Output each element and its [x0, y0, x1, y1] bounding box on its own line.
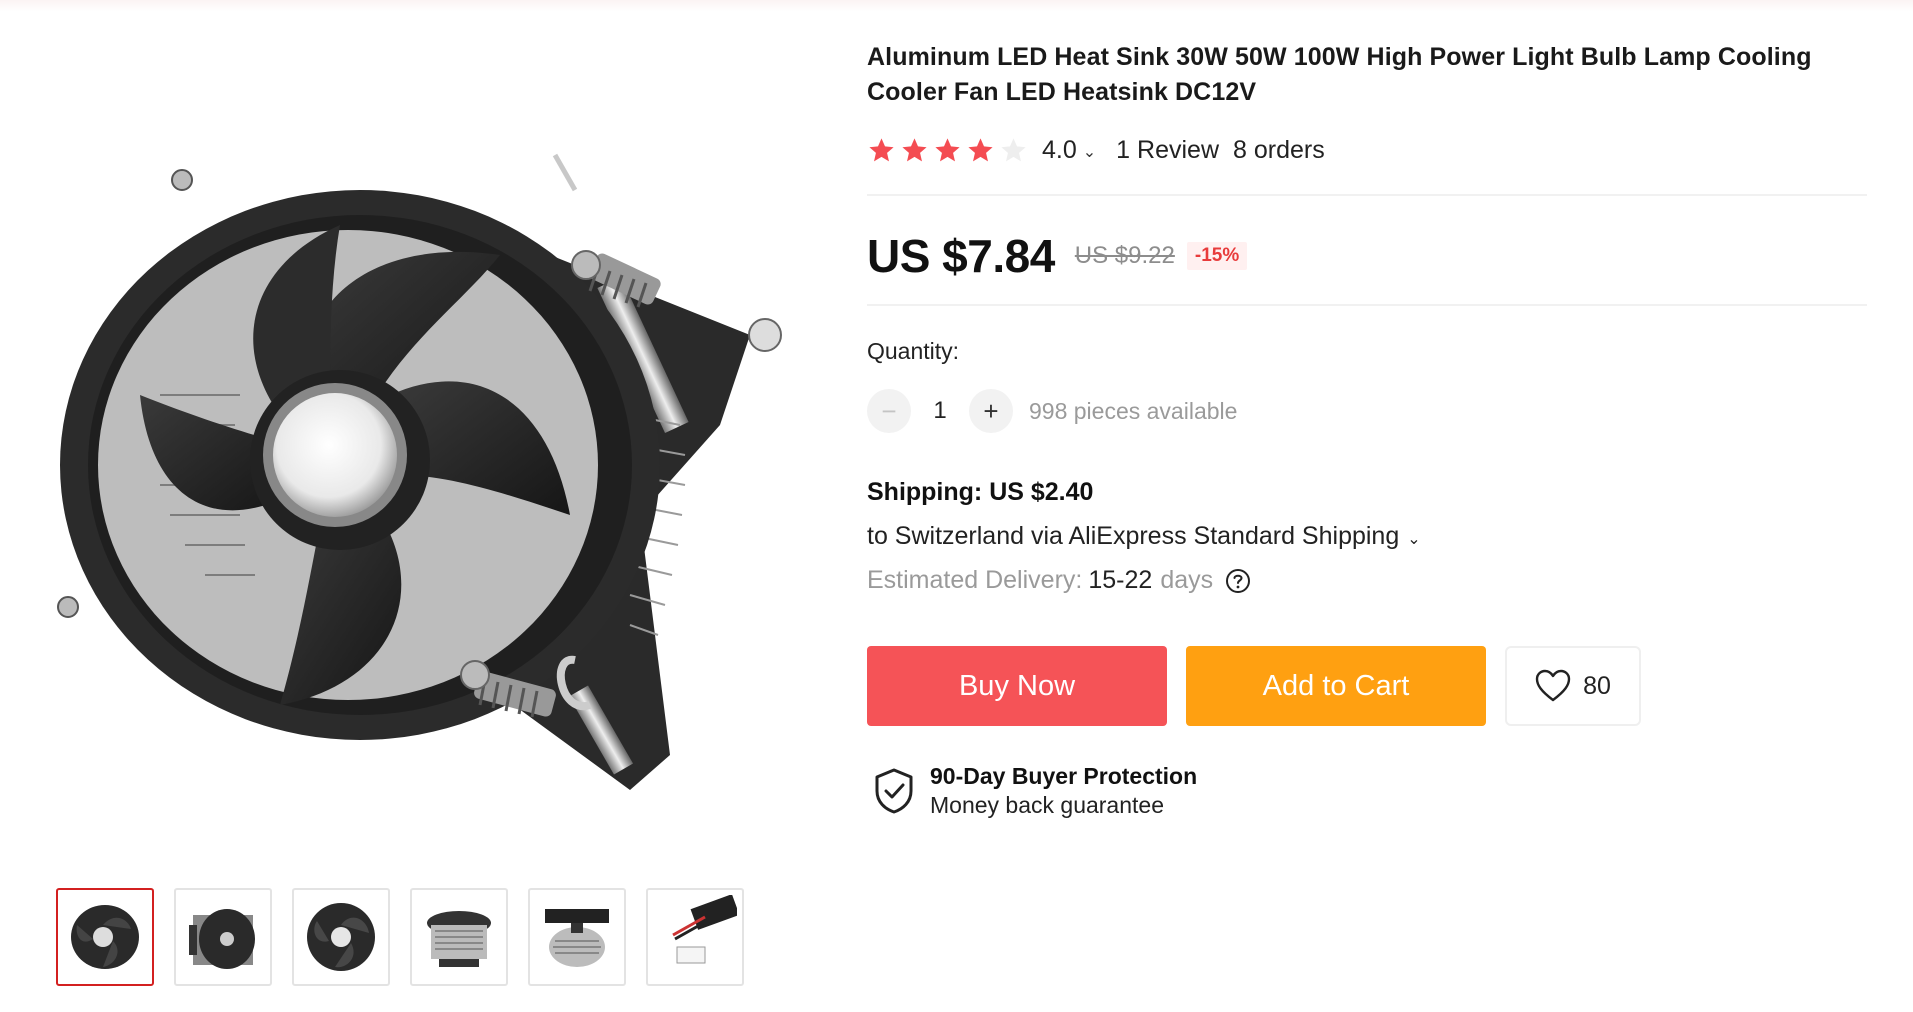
product-info: Aluminum LED Heat Sink 30W 50W 100W High… — [867, 40, 1867, 110]
shipping-cost: Shipping: US $2.40 — [867, 478, 1094, 506]
delivery-unit: days — [1160, 566, 1214, 594]
question-icon[interactable] — [1225, 568, 1251, 594]
quantity-stepper: − 1 + 998 pieces available — [867, 389, 1237, 433]
price-row: US $7.84 US $9.22 -15% — [867, 226, 1248, 286]
protection-text: 90-Day Buyer Protection Money back guara… — [930, 762, 1197, 820]
star-icon — [869, 137, 894, 161]
delivery-range: 15-22 — [1088, 566, 1153, 594]
shield-check-icon — [875, 768, 913, 814]
thumbnail-fan-side[interactable] — [174, 888, 272, 986]
discount-badge: -15% — [1186, 242, 1248, 270]
chevron-down-icon[interactable]: ⌄ — [1083, 142, 1096, 162]
star-icon — [968, 137, 993, 161]
star-icon — [935, 137, 960, 161]
wishlist-count: 80 — [1583, 671, 1611, 700]
quantity-input[interactable]: 1 — [911, 397, 969, 425]
estimated-delivery: Estimated Delivery: 15-22 days — [867, 566, 1251, 595]
wishlist-button[interactable]: 80 — [1505, 646, 1641, 726]
decrement-button[interactable]: − — [867, 389, 911, 433]
thumbnail-strip — [56, 888, 744, 986]
increment-button[interactable]: + — [969, 389, 1013, 433]
thumbnail-fan-angled[interactable] — [56, 888, 154, 986]
delivery-label: Estimated Delivery: — [867, 566, 1083, 594]
stock-available: 998 pieces available — [1029, 397, 1238, 424]
shipping-destination-label[interactable]: to Switzerland via AliExpress Standard S… — [867, 522, 1399, 551]
reviews-link[interactable]: 1 Review — [1116, 136, 1219, 165]
protection-title: 90-Day Buyer Protection — [930, 763, 1198, 789]
star-rating — [867, 136, 1028, 165]
divider — [867, 304, 1867, 306]
main-product-image — [30, 95, 790, 815]
add-to-cart-button[interactable]: Add to Cart — [1186, 646, 1486, 726]
rating-row: 4.0 ⌄ 1 Review 8 orders — [867, 134, 1325, 166]
star-empty-icon — [1001, 137, 1026, 161]
chevron-down-icon[interactable]: ⌄ — [1407, 529, 1420, 549]
rating-value[interactable]: 4.0 — [1042, 136, 1077, 165]
thumbnail-power-cable[interactable] — [646, 888, 744, 986]
quantity-label: Quantity: — [867, 338, 960, 364]
product-title: Aluminum LED Heat Sink 30W 50W 100W High… — [867, 43, 1812, 106]
original-price: US $9.22 — [1074, 242, 1175, 269]
thumbnail-heatsink-frame[interactable] — [528, 888, 626, 986]
shipping-destination[interactable]: to Switzerland via AliExpress Standard S… — [867, 522, 1421, 551]
top-header-strip — [0, 0, 1913, 12]
heart-icon — [1535, 669, 1571, 702]
divider — [867, 194, 1867, 196]
buyer-protection: 90-Day Buyer Protection Money back guara… — [872, 762, 1197, 820]
protection-subtitle: Money back guarantee — [930, 792, 1164, 818]
orders-count: 8 orders — [1233, 135, 1325, 164]
thumbnail-heatsink-clear[interactable] — [410, 888, 508, 986]
star-icon — [902, 137, 927, 161]
current-price: US $7.84 — [867, 230, 1055, 282]
buy-now-button[interactable]: Buy Now — [867, 646, 1167, 726]
thumbnail-fan-top[interactable] — [292, 888, 390, 986]
